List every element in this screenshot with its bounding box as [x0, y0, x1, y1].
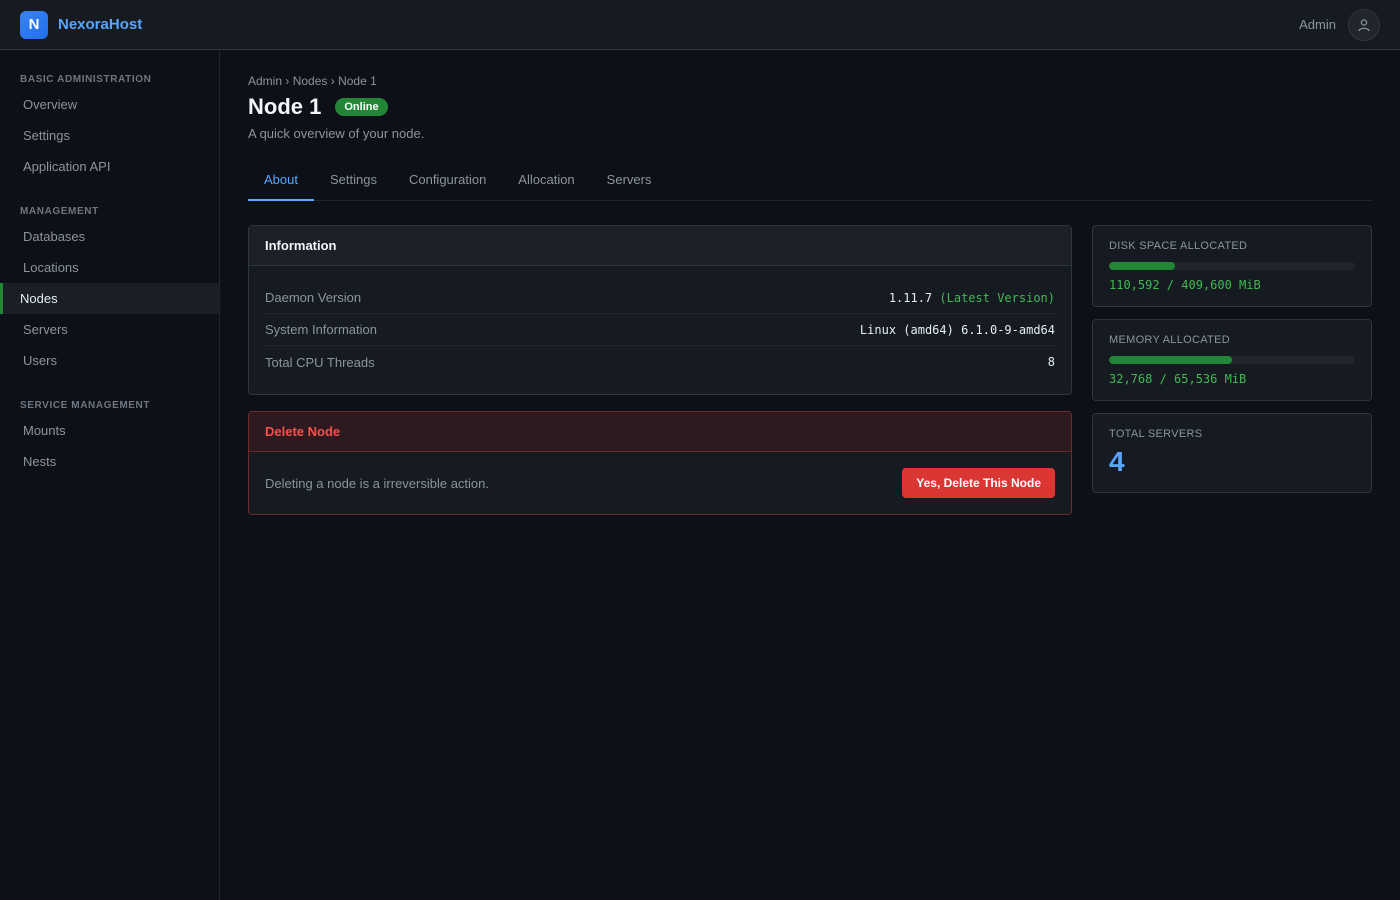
logo-icon: N	[20, 10, 48, 39]
breadcrumb-admin[interactable]: Admin	[248, 74, 282, 88]
servers-stat-label: Total Servers	[1109, 428, 1203, 440]
top-bar: N NexoraHost Admin	[0, 0, 1400, 50]
sidebar-item-application-api[interactable]: Application API	[0, 151, 219, 182]
tab-settings[interactable]: Settings	[314, 163, 393, 201]
breadcrumb-separator: ›	[330, 74, 335, 88]
user-name: Admin	[1299, 17, 1336, 32]
brand[interactable]: N NexoraHost	[20, 10, 143, 39]
info-row-cpu: Total CPU Threads 8	[265, 346, 1055, 378]
breadcrumb-nodes[interactable]: Nodes	[293, 74, 328, 88]
breadcrumb-node: Node 1	[338, 74, 377, 88]
sidebar-item-settings[interactable]: Settings	[0, 120, 219, 151]
info-row-system: System Information Linux (amd64) 6.1.0-9…	[265, 314, 1055, 346]
section-title: Management	[20, 206, 99, 217]
disk-stat-label: Disk Space Allocated	[1109, 240, 1248, 252]
info-value: Linux (amd64) 6.1.0-9-amd64	[859, 322, 1055, 337]
sidebar-item-nodes[interactable]: Nodes	[0, 283, 219, 314]
sidebar-item-servers[interactable]: Servers	[0, 314, 219, 345]
user-icon	[1358, 18, 1370, 31]
info-label: Daemon Version	[265, 290, 362, 305]
sidebar: Basic Administration Overview Settings A…	[0, 50, 220, 900]
memory-progress-track	[1109, 356, 1355, 364]
servers-stat-card: Total Servers 4	[1092, 413, 1372, 493]
info-row-daemon: Daemon Version 1.11.7 (Latest Version)	[265, 282, 1055, 314]
delete-node-card: Delete Node Deleting a node is a irrever…	[248, 411, 1072, 515]
info-label: Total CPU Threads	[265, 354, 375, 370]
main-content: Admin › Nodes › Node 1 Node 1 Online A q…	[248, 50, 1372, 531]
sidebar-item-users[interactable]: Users	[0, 345, 219, 376]
sidebar-item-locations[interactable]: Locations	[0, 252, 219, 283]
info-value: 8	[1047, 355, 1055, 369]
nav-group-service: Service Management Mounts Nests	[0, 394, 219, 477]
page-title: Node 1	[248, 94, 322, 119]
nav-group-basic: Basic Administration Overview Settings A…	[0, 68, 219, 182]
right-column: Disk Space Allocated 110,592 / 409,600 M…	[1092, 225, 1372, 531]
content-area: Information Daemon Version 1.11.7 (Lates…	[248, 225, 1372, 531]
breadcrumb: Admin › Nodes › Node 1	[248, 74, 1372, 88]
servers-stat-value: 4	[1109, 446, 1125, 477]
sidebar-item-mounts[interactable]: Mounts	[0, 415, 219, 446]
section-title: Service Management	[20, 400, 151, 411]
tab-servers[interactable]: Servers	[591, 163, 668, 201]
avatar[interactable]	[1348, 8, 1380, 41]
title-row: Node 1 Online	[248, 94, 1372, 120]
sidebar-item-databases[interactable]: Databases	[0, 221, 219, 252]
info-label: System Information	[265, 322, 377, 337]
breadcrumb-separator: ›	[285, 74, 290, 88]
left-column: Information Daemon Version 1.11.7 (Lates…	[248, 225, 1072, 531]
section-title: Basic Administration	[20, 74, 152, 85]
sidebar-item-nests[interactable]: Nests	[0, 446, 219, 477]
tab-about[interactable]: About	[248, 163, 314, 201]
tab-allocation[interactable]: Allocation	[502, 163, 590, 201]
disk-stat-card: Disk Space Allocated 110,592 / 409,600 M…	[1092, 225, 1372, 307]
brand-name: NexoraHost	[58, 16, 143, 33]
tab-bar: About Settings Configuration Allocation …	[248, 163, 1372, 201]
latest-version-note: (Latest Version)	[939, 290, 1055, 305]
disk-stat-value: 110,592 / 409,600 MiB	[1109, 278, 1261, 292]
daemon-version: 1.11.7	[888, 290, 933, 305]
status-badge: Online	[335, 98, 388, 116]
info-value: 1.11.7 (Latest Version)	[889, 291, 1055, 305]
memory-stat-label: Memory Allocated	[1109, 334, 1230, 346]
information-title: Information	[249, 226, 1071, 266]
memory-stat-card: Memory Allocated 32,768 / 65,536 MiB	[1092, 319, 1372, 401]
tab-configuration[interactable]: Configuration	[393, 163, 502, 201]
delete-node-text: Deleting a node is a irreversible action…	[265, 475, 490, 491]
user-menu: Admin	[1299, 8, 1380, 41]
disk-progress-fill	[1109, 262, 1176, 270]
memory-progress-fill	[1109, 356, 1232, 364]
disk-progress-track	[1109, 262, 1355, 270]
delete-node-body: Deleting a node is a irreversible action…	[249, 452, 1071, 514]
information-body: Daemon Version 1.11.7 (Latest Version) S…	[249, 266, 1071, 394]
sidebar-item-overview[interactable]: Overview	[0, 89, 219, 120]
delete-node-button[interactable]: Yes, Delete This Node	[902, 468, 1055, 498]
page-subtitle: A quick overview of your node.	[248, 126, 425, 141]
memory-stat-value: 32,768 / 65,536 MiB	[1109, 372, 1247, 386]
nav-group-management: Management Databases Locations Nodes Ser…	[0, 200, 219, 376]
delete-node-title: Delete Node	[249, 412, 1071, 452]
information-card: Information Daemon Version 1.11.7 (Lates…	[248, 225, 1072, 395]
